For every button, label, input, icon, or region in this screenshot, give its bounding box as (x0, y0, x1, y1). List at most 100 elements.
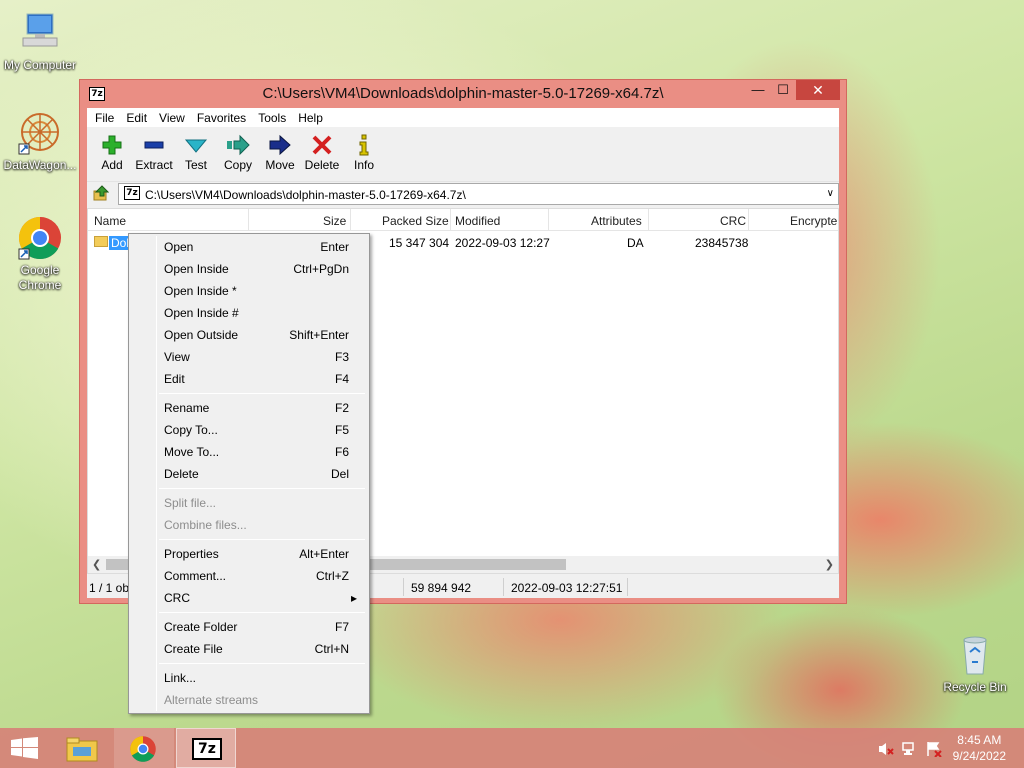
column-header-encrypted[interactable]: Encrypte (790, 214, 837, 228)
menu-item-edit[interactable]: Edit F4 (131, 367, 367, 389)
row-modified: 2022-09-03 12:27 (455, 236, 550, 250)
submenu-arrow-icon: ▸ (350, 591, 357, 605)
menu-separator (159, 488, 365, 489)
row-packed-size: 15 347 304 (389, 236, 450, 250)
close-button[interactable]: ✕ (796, 80, 840, 100)
column-header-modified[interactable]: Modified (455, 214, 500, 228)
menu-item-rename[interactable]: Rename F2 (131, 396, 367, 418)
menu-separator (159, 539, 365, 540)
menu-separator (159, 393, 365, 394)
folder-up-icon[interactable] (93, 185, 110, 201)
network-icon[interactable] (902, 741, 918, 760)
title-bar[interactable]: 7z C:\Users\VM4\Downloads\dolphin-master… (80, 80, 846, 108)
scroll-left-icon[interactable]: ❮ (92, 558, 101, 571)
menu-item-open-outside[interactable]: Open Outside Shift+Enter (131, 323, 367, 345)
address-row: 7z C:\Users\VM4\Downloads\dolphin-master… (87, 182, 839, 206)
menu-item-open-inside-star[interactable]: Open Inside * (131, 279, 367, 301)
column-header-row: Name Size Packed Size Modified Attribute… (88, 209, 838, 231)
column-header-attributes[interactable]: Attributes (591, 214, 642, 228)
column-header-crc[interactable]: CRC (720, 214, 746, 228)
menu-tools[interactable]: Tools (252, 108, 292, 127)
speaker-muted-icon[interactable] (878, 741, 894, 760)
menu-file[interactable]: File (89, 108, 120, 127)
minimize-button[interactable]: — (744, 80, 772, 100)
menu-item-copy-to[interactable]: Copy To... F5 (131, 418, 367, 440)
menu-item-open[interactable]: Open Enter (131, 235, 367, 257)
window-title: C:\Users\VM4\Downloads\dolphin-master-5.… (262, 85, 664, 102)
desktop-icon-label: Recycle Bin (943, 680, 1007, 694)
taskbar-7zip[interactable]: 7z (176, 728, 236, 768)
menu-separator (159, 663, 365, 664)
action-center-flag-icon[interactable] (926, 741, 942, 760)
menu-item-create-file[interactable]: Create File Ctrl+N (131, 637, 367, 659)
chevron-down-icon[interactable]: ∨ (827, 188, 834, 199)
menu-item-link[interactable]: Link... (131, 666, 367, 688)
minus-icon (142, 134, 166, 156)
check-icon (184, 134, 208, 156)
menu-item-comment[interactable]: Comment... Ctrl+Z (131, 564, 367, 586)
maximize-button[interactable]: ☐ (769, 80, 797, 100)
taskbar-chrome[interactable] (114, 728, 174, 768)
move-button[interactable]: Move (259, 128, 301, 181)
menu-help[interactable]: Help (292, 108, 329, 127)
menu-item-combine-files: Combine files... (164, 518, 247, 532)
delete-button[interactable]: Delete (301, 128, 343, 181)
status-selection: 1 / 1 ob (89, 581, 130, 595)
file-explorer-icon (65, 735, 99, 766)
clock[interactable]: 8:45 AM 9/24/2022 (953, 732, 1006, 764)
info-icon (352, 134, 376, 156)
column-header-name[interactable]: Name (94, 214, 126, 228)
desktop-icon-label: DataWagon... (3, 158, 77, 172)
menu-favorites[interactable]: Favorites (191, 108, 252, 127)
menu-item-view[interactable]: View F3 (131, 345, 367, 367)
context-menu: Open Enter Open Inside Ctrl+PgDn Open In… (128, 233, 370, 714)
datawagon-icon (17, 110, 63, 156)
taskbar: 7z 8:45 AM 9/24/2022 (0, 728, 1024, 768)
extract-button[interactable]: Extract (133, 128, 175, 181)
desktop-icon-label: My Computer (3, 58, 77, 72)
add-button[interactable]: Add (91, 128, 133, 181)
test-button[interactable]: Test (175, 128, 217, 181)
computer-icon (17, 10, 63, 56)
desktop-icon-label: Google Chrome (18, 263, 62, 292)
menu-bar: File Edit View Favorites Tools Help (87, 108, 839, 128)
toolbar: Add Extract Test Copy Move Delete Info (87, 128, 839, 182)
menu-item-create-folder[interactable]: Create Folder F7 (131, 615, 367, 637)
menu-item-alternate-streams: Alternate streams (164, 693, 259, 707)
info-button[interactable]: Info (343, 128, 385, 181)
desktop-icon-my-computer[interactable]: My Computer (0, 10, 80, 73)
double-arrow-icon (226, 134, 250, 156)
menu-item-move-to[interactable]: Move To... F6 (131, 440, 367, 462)
row-attributes: DA (627, 236, 644, 250)
menu-item-properties[interactable]: Properties Alt+Enter (131, 542, 367, 564)
menu-item-split-file: Split file... (164, 496, 217, 510)
taskbar-file-explorer[interactable] (52, 728, 112, 768)
desktop-icon-datawagon[interactable]: DataWagon... (0, 110, 80, 173)
status-total-size: 59 894 942 (411, 581, 472, 595)
menu-edit[interactable]: Edit (120, 108, 153, 127)
x-icon (310, 134, 334, 156)
7zip-archive-icon: 7z (124, 186, 140, 200)
menu-item-crc[interactable]: CRC ▸ (131, 586, 367, 608)
desktop-icon-google-chrome[interactable]: Google Chrome (0, 215, 80, 293)
menu-item-open-inside[interactable]: Open Inside Ctrl+PgDn (131, 257, 367, 279)
start-button[interactable] (0, 728, 48, 768)
status-modified: 2022-09-03 12:27:51 (511, 581, 623, 595)
column-header-size[interactable]: Size (323, 214, 346, 228)
scroll-right-icon[interactable]: ❯ (825, 558, 834, 571)
plus-icon (100, 134, 124, 156)
row-crc: 23845738 (695, 236, 749, 250)
system-tray: 8:45 AM 9/24/2022 (864, 728, 1024, 768)
chrome-icon (17, 215, 63, 261)
desktop-icon-recycle-bin[interactable]: Recycle Bin (935, 632, 1015, 695)
column-header-packed-size[interactable]: Packed Size (382, 214, 449, 228)
menu-view[interactable]: View (153, 108, 191, 127)
address-bar[interactable]: 7z C:\Users\VM4\Downloads\dolphin-master… (118, 183, 839, 205)
clock-time: 8:45 AM (957, 733, 1002, 747)
menu-separator (159, 612, 365, 613)
menu-item-open-inside-hash[interactable]: Open Inside # (131, 301, 367, 323)
address-path[interactable]: C:\Users\VM4\Downloads\dolphin-master-5.… (145, 188, 466, 202)
folder-icon (94, 236, 108, 247)
menu-item-delete[interactable]: Delete Del (131, 462, 367, 484)
copy-button[interactable]: Copy (217, 128, 259, 181)
